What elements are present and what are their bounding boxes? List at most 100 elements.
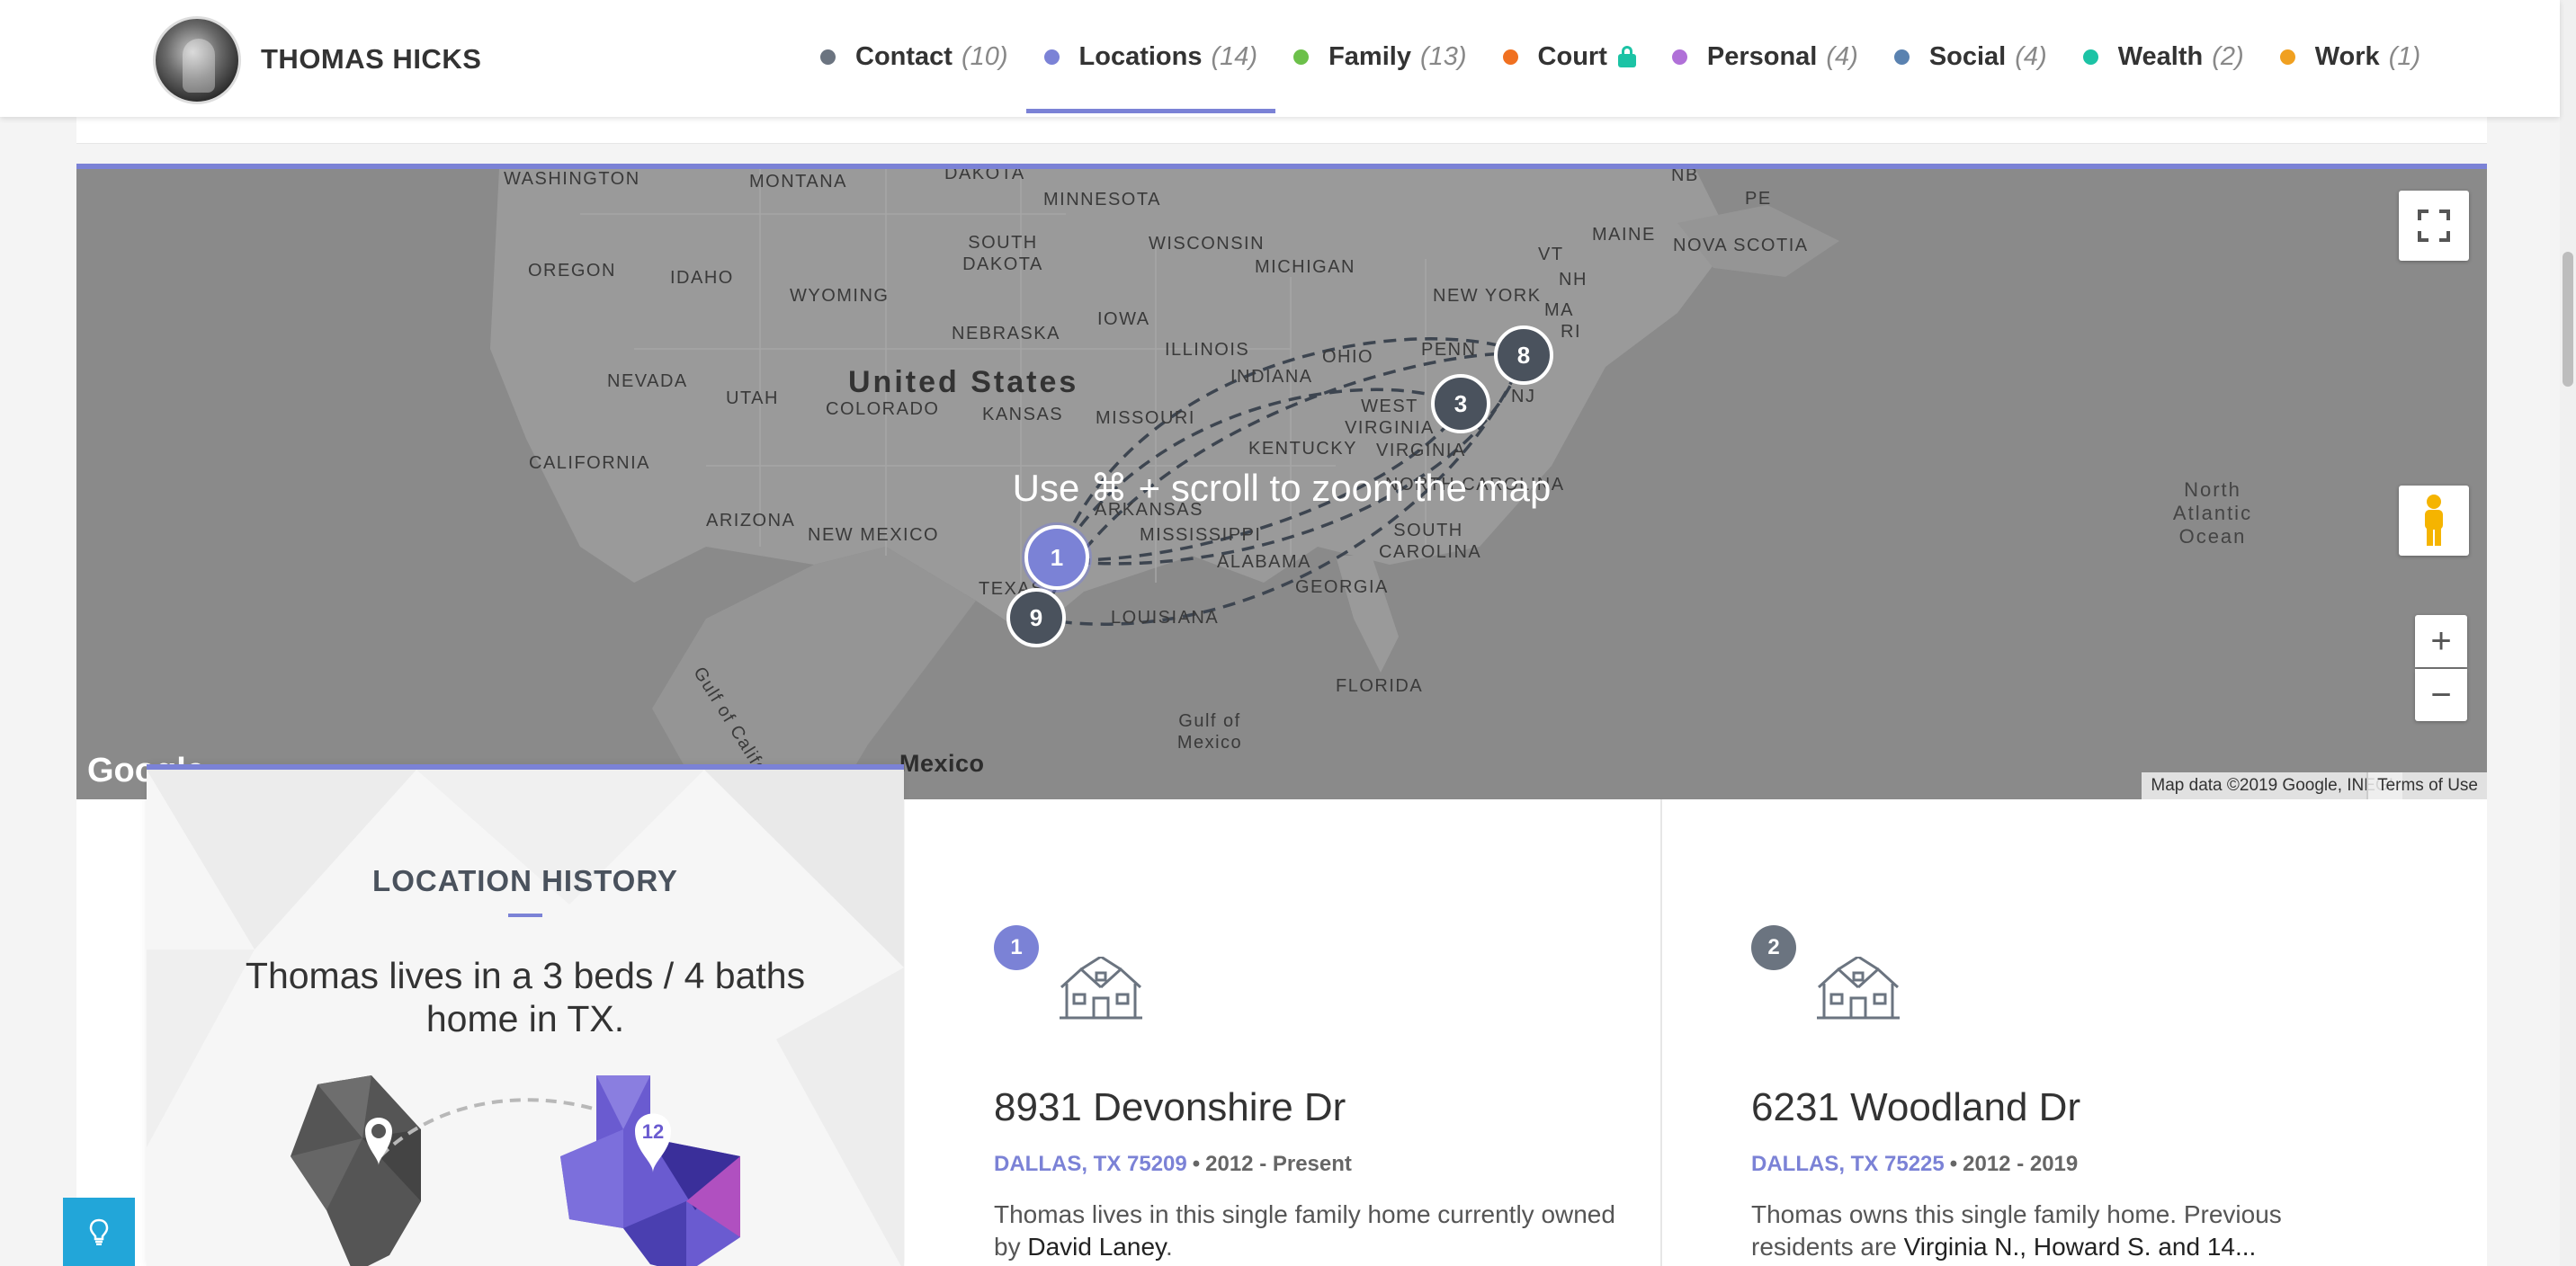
locations-map[interactable]: WASHINGTON MONTANA DAKOTA MINNESOTA NB P… — [76, 164, 2487, 799]
tab-label: Work — [2314, 41, 2380, 71]
tab-count: (2) — [2212, 41, 2244, 71]
family-dot-icon — [1293, 49, 1310, 65]
help-button[interactable] — [63, 1198, 135, 1266]
map-label: NB — [1671, 165, 1699, 185]
map-marker-9[interactable]: 9 — [1006, 588, 1066, 647]
map-label: NEW MEXICO — [808, 525, 940, 545]
street-view-button[interactable] — [2399, 486, 2469, 556]
map-label: ALABAMA — [1217, 552, 1311, 572]
address-description: Thomas owns this single family home. Pre… — [1751, 1199, 2381, 1263]
state-move-illustration: 12 — [291, 1075, 740, 1266]
section-tabs: Contact (10) Locations (14) Family (13) … — [802, 0, 2438, 117]
title-underline — [508, 914, 542, 917]
tab-count: (1) — [2388, 41, 2421, 71]
pegman-icon — [2425, 495, 2443, 546]
address-meta: DALLAS, TX 75209 • 2012 - Present — [994, 1152, 1352, 1177]
residents-link[interactable]: Virginia N., Howard S. and 14... — [1904, 1233, 2257, 1261]
tab-work[interactable]: Work (1) — [2262, 0, 2438, 113]
tab-social[interactable]: Social (4) — [1876, 0, 2065, 113]
terms-of-use-link[interactable]: Terms of Use — [2366, 772, 2487, 799]
page-scrollbar[interactable] — [2560, 0, 2576, 1266]
map-label: VT — [1538, 245, 1564, 264]
court-dot-icon — [1502, 49, 1518, 65]
map-label: SOUTH CAROLINA — [1379, 521, 1482, 562]
address-index-badge: 1 — [994, 925, 1039, 970]
tab-count: (10) — [961, 41, 1008, 71]
location-history-card: LOCATION HISTORY Thomas lives in a 3 bed… — [147, 764, 904, 1266]
tab-family[interactable]: Family (13) — [1275, 0, 1484, 113]
location-summary: Thomas lives in a 3 beds / 4 baths home … — [245, 955, 806, 1039]
map-label: FLORIDA — [1336, 676, 1424, 696]
tab-label: Locations — [1078, 41, 1203, 71]
map-label: LOUISIANA — [1111, 608, 1220, 628]
tab-label: Wealth — [2117, 41, 2204, 71]
city-link[interactable]: DALLAS, TX 75209 — [994, 1152, 1187, 1176]
map-label: DAKOTA — [944, 164, 1025, 183]
map-label: PE — [1745, 189, 1772, 209]
map-label: NEW YORK — [1433, 286, 1542, 306]
tab-court[interactable]: Court — [1485, 0, 1654, 113]
tab-wealth[interactable]: Wealth (2) — [2065, 0, 2262, 113]
map-marker-8[interactable]: 8 — [1494, 325, 1553, 385]
tab-label: Court — [1537, 41, 1607, 71]
work-dot-icon — [2279, 49, 2295, 65]
residence-years: 2012 - 2019 — [1963, 1152, 2079, 1176]
map-label: ARIZONA — [706, 511, 796, 530]
map-label: SOUTH DAKOTA — [962, 233, 1043, 274]
fullscreen-button[interactable] — [2399, 191, 2469, 261]
map-label: MICHIGAN — [1255, 257, 1355, 277]
map-label: ILLINOIS — [1165, 340, 1250, 360]
tab-label: Social — [1928, 41, 2007, 71]
gulf-of-mexico-label: Gulf of Mexico — [1176, 711, 1243, 753]
map-label: NH — [1559, 270, 1588, 290]
map-label: OHIO — [1322, 347, 1374, 367]
map-label: WEST VIRGINIA — [1345, 397, 1435, 438]
address-card-1[interactable]: 1 8931 Devonshire Dr DALLAS, TX 75209 • 20… — [905, 799, 1660, 1266]
locations-dot-icon — [1043, 49, 1060, 65]
map-label: INDIANA — [1230, 367, 1313, 387]
tab-contact[interactable]: Contact (10) — [802, 0, 1026, 113]
map-label: PENN — [1421, 340, 1477, 360]
map-label: NEVADA — [607, 371, 688, 391]
street-address: 6231 Woodland Dr — [1751, 1085, 2081, 1129]
map-label: IDAHO — [670, 268, 734, 288]
city-link[interactable]: DALLAS, TX 75225 — [1751, 1152, 1945, 1176]
tab-label: Personal — [1706, 41, 1818, 71]
map-label: MINNESOTA — [1043, 190, 1161, 210]
location-history-title: LOCATION HISTORY — [372, 864, 678, 897]
map-label: OREGON — [528, 261, 616, 281]
top-nav-bar: THOMAS HICKS Contact (10) Locations (14)… — [0, 0, 2560, 117]
pin-count: 12 — [642, 1120, 664, 1143]
tab-locations[interactable]: Locations (14) — [1025, 0, 1276, 113]
owner-link[interactable]: David Laney — [1027, 1233, 1166, 1261]
map-marker-1[interactable]: 1 — [1024, 525, 1089, 590]
address-description: Thomas lives in this single family home … — [994, 1199, 1623, 1263]
avatar[interactable] — [153, 16, 241, 104]
map-label: IOWA — [1097, 309, 1150, 329]
social-dot-icon — [1893, 49, 1910, 65]
meta-separator: • — [1192, 1152, 1201, 1176]
person-name: THOMAS HICKS — [261, 43, 482, 75]
map-marker-3[interactable]: 3 — [1431, 374, 1490, 433]
zoom-out-button[interactable]: − — [2415, 669, 2467, 721]
map-label: NEBRASKA — [952, 324, 1060, 343]
map-label: VIRGINIA — [1376, 441, 1466, 460]
country-label: United States — [848, 365, 1079, 399]
mexico-label: Mexico — [899, 750, 985, 777]
tab-personal[interactable]: Personal (4) — [1654, 0, 1876, 113]
tab-count: (4) — [1826, 41, 1858, 71]
fullscreen-icon — [2418, 210, 2450, 242]
zoom-in-button[interactable]: + — [2415, 615, 2467, 667]
lightbulb-icon — [89, 1218, 109, 1245]
map-label: COLORADO — [826, 399, 940, 419]
scrollbar-thumb[interactable] — [2563, 252, 2573, 387]
map-attribution: Map data ©2019 Google, INEGI — [2142, 772, 2402, 799]
map-label: RI — [1561, 322, 1581, 342]
tab-label: Family — [1328, 41, 1411, 71]
address-card-2[interactable]: 2 6231 Woodland Dr DALLAS, TX 75225 • 2012… — [1660, 799, 2416, 1266]
map-label: MA — [1544, 300, 1574, 320]
lock-icon — [1617, 46, 1636, 67]
map-label: MONTANA — [749, 172, 848, 192]
map-label: GEORGIA — [1295, 577, 1389, 597]
meta-separator: • — [1949, 1152, 1958, 1176]
